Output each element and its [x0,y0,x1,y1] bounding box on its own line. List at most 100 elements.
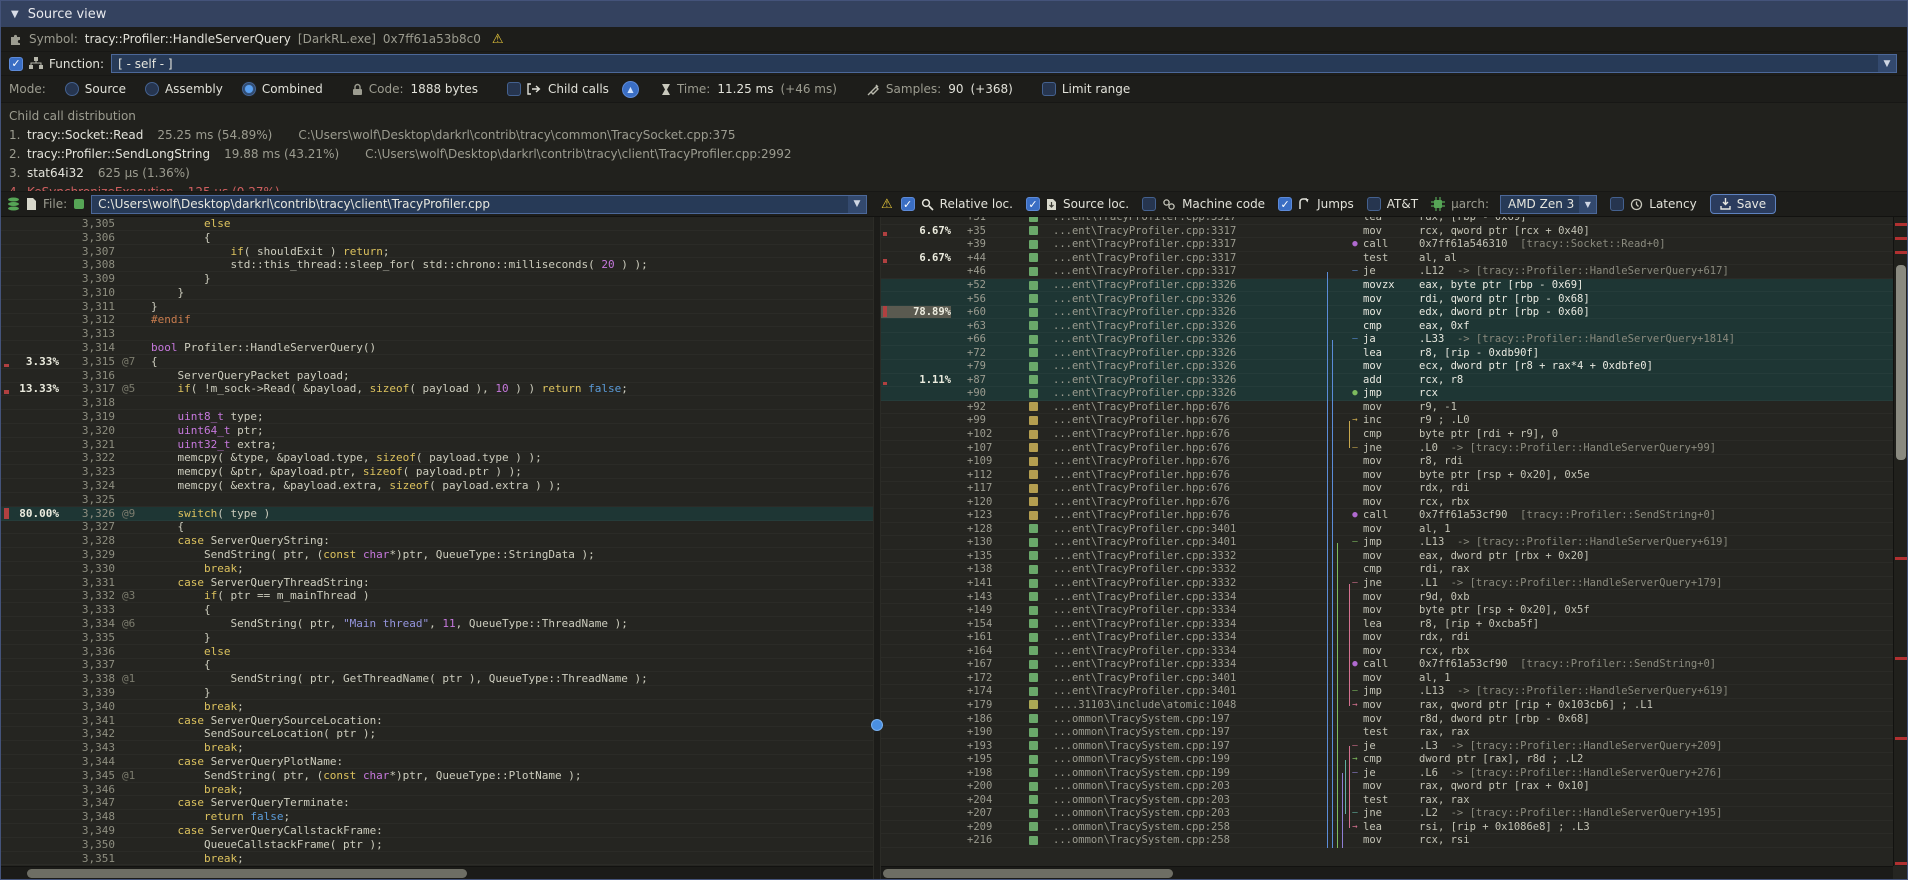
asm-instruction-row[interactable]: +102...ent\TracyProfiler.hpp:676cmpbyte … [881,428,1893,442]
radio-source[interactable] [65,82,79,96]
toggle-source-loc[interactable]: ✓ Source loc. [1026,197,1129,211]
asm-instruction-row[interactable]: +120...ent\TracyProfiler.hpp:676movrcx, … [881,495,1893,509]
source-line[interactable]: 3,351 break; [1,852,873,866]
asm-instruction-row[interactable]: 6.67%+35...ent\TracyProfiler.cpp:3317mov… [881,225,1893,239]
asm-vscrollbar[interactable] [1893,217,1907,866]
asm-instruction-row[interactable]: +193...ommon\TracySystem.cpp:197–je.L3 -… [881,739,1893,753]
asm-instruction-row[interactable]: +174...ent\TracyProfiler.cpp:3401–jmp.L1… [881,685,1893,699]
source-line[interactable]: 3,336 else [1,645,873,659]
asm-instruction-row[interactable]: +123...ent\TracyProfiler.hpp:676●call0x7… [881,509,1893,523]
source-line[interactable]: 3,350 QueueCallstackFrame( ptr ); [1,838,873,852]
asm-instruction-row[interactable]: +164...ent\TracyProfiler.cpp:3334movrcx,… [881,645,1893,659]
toggle-relative-loc[interactable]: ✓ Relative loc. [901,197,1013,211]
asm-instruction-row[interactable]: +141...ent\TracyProfiler.cpp:3332–jne.L1… [881,577,1893,591]
asm-hscrollbar[interactable] [881,866,1893,879]
toggle-att[interactable]: AT&T [1367,197,1418,211]
source-line[interactable]: 3,340 break; [1,700,873,714]
uarch-select[interactable]: AMD Zen 3 ▼ [1500,195,1597,214]
source-line[interactable]: 3,313 [1,327,873,341]
pane-splitter[interactable] [873,217,881,879]
att-checkbox[interactable] [1367,197,1381,211]
toggle-machine-code[interactable]: Machine code [1142,197,1265,211]
asm-instruction-row[interactable]: +190...ommon\TracySystem.cpp:197testrax,… [881,726,1893,740]
source-line[interactable]: 3,330 break; [1,562,873,576]
asm-instruction-row[interactable]: +72...ent\TracyProfiler.cpp:3326lear8, [… [881,346,1893,360]
source-line[interactable]: 3,319 uint8_t type; [1,410,873,424]
relative-loc-checkbox[interactable]: ✓ [901,197,915,211]
jumps-checkbox[interactable]: ✓ [1278,197,1292,211]
asm-instruction-row[interactable]: 1.11%+87...ent\TracyProfiler.cpp:3326add… [881,374,1893,388]
asm-instruction-row[interactable]: +216...ommon\TracySystem.cpp:258movrcx, … [881,834,1893,848]
source-line[interactable]: 3,305 else [1,217,873,231]
toggle-latency[interactable]: Latency [1610,197,1696,211]
source-line[interactable]: 3,320 uint64_t ptr; [1,424,873,438]
source-line[interactable]: 3,343 break; [1,741,873,755]
function-checkbox[interactable]: ✓ [9,57,23,71]
source-line[interactable]: 3,337 { [1,659,873,673]
source-line[interactable]: 3,347 case ServerQueryTerminate: [1,796,873,810]
source-line[interactable]: 3,331 case ServerQueryThreadString: [1,576,873,590]
asm-instruction-row[interactable]: +135...ent\TracyProfiler.cpp:3332moveax,… [881,550,1893,564]
asm-instruction-row[interactable]: +31...ent\TracyProfiler.cpp:3317leardx, … [881,217,1893,225]
distribution-entry[interactable]: 1.tracy::Socket::Read25.25 ms (54.89%)C:… [9,126,1899,145]
asm-hscroll-thumb[interactable] [883,869,1173,878]
asm-instruction-row[interactable]: +46...ent\TracyProfiler.cpp:3317–je.L12 … [881,265,1893,279]
radio-assembly[interactable] [145,82,159,96]
asm-instruction-row[interactable]: +209...ommon\TracySystem.cpp:258→learsi,… [881,821,1893,835]
source-hscrollbar[interactable] [1,866,873,879]
asm-instruction-row[interactable]: +66...ent\TracyProfiler.cpp:3326–ja.L33 … [881,333,1893,347]
source-hscroll-thumb[interactable] [27,869,467,878]
source-line[interactable]: 3,312#endif [1,314,873,328]
source-line[interactable]: 3,344 case ServerQueryPlotName: [1,755,873,769]
asm-instruction-row[interactable]: +63...ent\TracyProfiler.cpp:3326cmpeax, … [881,319,1893,333]
asm-instruction-row[interactable]: +204...ommon\TracySystem.cpp:203testrax,… [881,794,1893,808]
asm-instruction-row[interactable]: +154...ent\TracyProfiler.cpp:3334lear8, … [881,617,1893,631]
source-line[interactable]: 13.33%3,317@5 if( !m_sock->Read( &payloa… [1,383,873,397]
source-line[interactable]: 3,332@3 if( ptr == m_mainThread ) [1,590,873,604]
asm-instruction-row[interactable]: +200...ommon\TracySystem.cpp:203movrax, … [881,780,1893,794]
distribution-entry[interactable]: 4.KeSynchronizeExecution125 μs (0.27%) [9,183,1899,191]
asm-instruction-row[interactable]: +179....31103\include\atomic:1048→movrax… [881,699,1893,713]
asm-instruction-row[interactable]: +39...ent\TracyProfiler.cpp:3317●call0x7… [881,238,1893,252]
asm-instruction-row[interactable]: +195...ommon\TracySystem.cpp:199→cmpdwor… [881,753,1893,767]
asm-instruction-row[interactable]: +207...ommon\TracySystem.cpp:203–jne.L2 … [881,807,1893,821]
file-select[interactable]: C:\Users\wolf\Desktop\darkrl\contrib\tra… [91,195,867,214]
source-line[interactable]: 3,339 } [1,686,873,700]
asm-instruction-row[interactable]: +117...ent\TracyProfiler.hpp:676movrdx, … [881,482,1893,496]
child-calls-label[interactable]: Child calls [548,82,609,96]
source-line[interactable]: 3,321 uint32_t extra; [1,438,873,452]
radio-assembly-label[interactable]: Assembly [165,82,223,96]
collapse-triangle-icon[interactable]: ▼ [11,9,19,20]
source-line[interactable]: 3,338@1 SendString( ptr, GetThreadName( … [1,672,873,686]
child-calls-checkbox[interactable] [507,82,521,96]
asm-instruction-row[interactable]: +52...ent\TracyProfiler.cpp:3326movzxeax… [881,279,1893,293]
limit-range-checkbox[interactable] [1042,82,1056,96]
asm-instruction-row[interactable]: +143...ent\TracyProfiler.cpp:3334movr9d,… [881,590,1893,604]
source-line[interactable]: 3,318 [1,396,873,410]
asm-instruction-row[interactable]: +79...ent\TracyProfiler.cpp:3326movecx, … [881,360,1893,374]
radio-combined[interactable] [242,82,256,96]
radio-combined-label[interactable]: Combined [262,82,323,96]
asm-instruction-row[interactable]: +56...ent\TracyProfiler.cpp:3326movrdi, … [881,292,1893,306]
asm-instruction-row[interactable]: +138...ent\TracyProfiler.cpp:3332cmprdi,… [881,563,1893,577]
source-line[interactable]: 3,341 case ServerQuerySourceLocation: [1,714,873,728]
asm-instruction-row[interactable]: 78.89%+60...ent\TracyProfiler.cpp:3326mo… [881,306,1893,320]
asm-instruction-row[interactable]: 6.67%+44...ent\TracyProfiler.cpp:3317tes… [881,252,1893,266]
source-line[interactable]: 3,307 if( shouldExit ) return; [1,245,873,259]
source-line[interactable]: 3,327 { [1,521,873,535]
source-line[interactable]: 3,333 { [1,603,873,617]
source-line[interactable]: 3,323 memcpy( &ptr, &payload.ptr, sizeof… [1,465,873,479]
source-line[interactable]: 3,311} [1,300,873,314]
source-line[interactable]: 3,334@6 SendString( ptr, "Main thread", … [1,617,873,631]
source-line[interactable]: 3,346 break; [1,783,873,797]
source-line[interactable]: 3,310 } [1,286,873,300]
source-line[interactable]: 3,322 memcpy( &type, &payload.type, size… [1,452,873,466]
asm-instruction-row[interactable]: +167...ent\TracyProfiler.cpp:3334●call0x… [881,658,1893,672]
asm-instruction-row[interactable]: +186...ommon\TracySystem.cpp:197movr8d, … [881,712,1893,726]
source-line[interactable]: 3,324 memcpy( &extra, &payload.extra, si… [1,479,873,493]
source-line[interactable]: 3.33%3,315@7{ [1,355,873,369]
asm-instruction-row[interactable]: +90...ent\TracyProfiler.cpp:3326●jmprcx [881,387,1893,401]
source-line[interactable]: 3,345@1 SendString( ptr, (const char*)pt… [1,769,873,783]
latency-checkbox[interactable] [1610,197,1624,211]
source-line[interactable]: 3,314bool Profiler::HandleServerQuery() [1,341,873,355]
